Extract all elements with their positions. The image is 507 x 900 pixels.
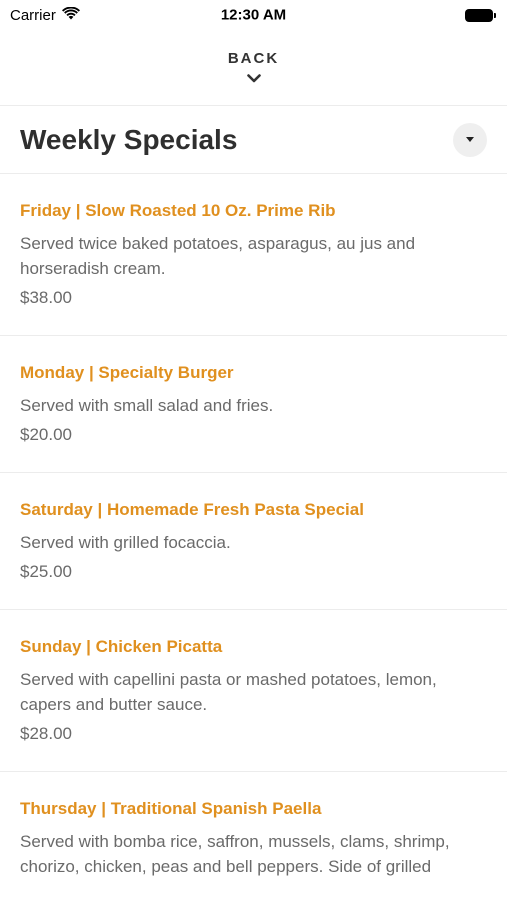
carrier-label: Carrier — [10, 6, 56, 24]
item-description: Served with grilled focaccia. — [20, 533, 231, 552]
wifi-icon — [61, 6, 80, 24]
item-description: Served with capellini pasta or mashed po… — [20, 670, 437, 714]
item-price: $28.00 — [20, 724, 72, 743]
section-title: Weekly Specials — [20, 123, 238, 155]
status-bar: Carrier 12:30 AM — [0, 0, 507, 30]
battery-icon — [465, 8, 496, 22]
item-price: $25.00 — [20, 562, 72, 581]
item-description: Served with bomba rice, saffron, mussels… — [20, 832, 450, 876]
item-price: $20.00 — [20, 425, 72, 444]
list-item[interactable]: Sunday | Chicken Picatta Served with cap… — [0, 610, 507, 772]
list-item[interactable]: Friday | Slow Roasted 10 Oz. Prime Rib S… — [0, 174, 507, 336]
status-left: Carrier — [10, 6, 80, 24]
status-time: 12:30 AM — [220, 6, 287, 24]
list-item[interactable]: Saturday | Homemade Fresh Pasta Special … — [0, 473, 507, 610]
caret-down-icon — [466, 137, 474, 142]
section-header: Weekly Specials — [0, 106, 507, 174]
item-description: Served with small salad and fries. — [20, 396, 274, 415]
specials-list: Friday | Slow Roasted 10 Oz. Prime Rib S… — [0, 174, 507, 900]
back-button[interactable]: BACK — [0, 30, 507, 106]
item-description: Served twice baked potatoes, asparagus, … — [20, 234, 416, 278]
chevron-down-icon — [246, 70, 261, 88]
item-title: Thursday | Traditional Spanish Paella — [20, 799, 322, 818]
item-title: Saturday | Homemade Fresh Pasta Special — [20, 500, 364, 519]
item-title: Friday | Slow Roasted 10 Oz. Prime Rib — [20, 201, 336, 220]
section-dropdown-button[interactable] — [453, 122, 487, 157]
back-label: BACK — [227, 50, 280, 67]
list-item[interactable]: Monday | Specialty Burger Served with sm… — [0, 336, 507, 473]
list-item[interactable]: Thursday | Traditional Spanish Paella Se… — [0, 772, 507, 900]
item-title: Monday | Specialty Burger — [20, 363, 234, 382]
item-price: $38.00 — [20, 288, 72, 307]
item-title: Sunday | Chicken Picatta — [20, 637, 223, 656]
